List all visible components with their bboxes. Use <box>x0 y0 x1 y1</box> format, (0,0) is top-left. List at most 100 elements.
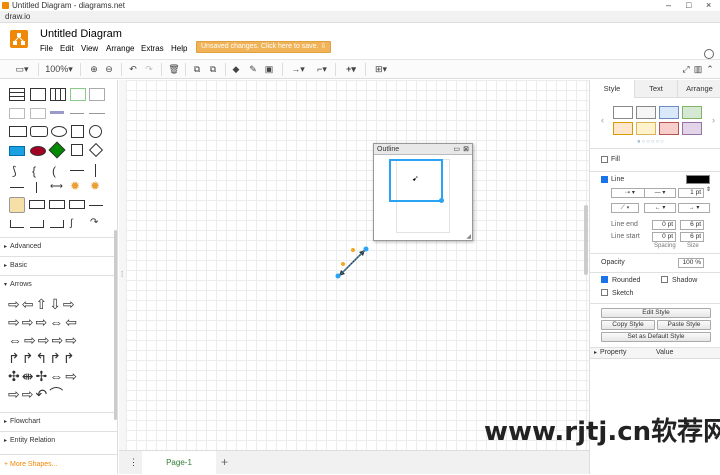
outline-minimize-icon[interactable]: ▭ <box>453 144 460 155</box>
shape-bracket[interactable]: { <box>32 164 36 178</box>
menu-edit[interactable]: Edit <box>60 44 74 53</box>
maximize-button[interactable]: □ <box>686 0 691 11</box>
outline-close-icon[interactable]: ⊠ <box>463 144 469 155</box>
shape-label-2[interactable] <box>49 200 65 209</box>
shape-corner-2[interactable] <box>30 220 44 228</box>
shape-line[interactable] <box>70 113 84 114</box>
zoom-select[interactable]: 100%▾ <box>44 63 74 76</box>
fullscreen-icon[interactable]: ⤢ <box>681 63 691 76</box>
document-title[interactable]: Untitled Diagram <box>40 28 122 40</box>
zoom-out-icon[interactable]: ⊖ <box>103 63 115 76</box>
shadow-icon[interactable]: ▣ <box>263 63 275 76</box>
shapes-scrollbar[interactable] <box>114 230 117 420</box>
shape-hline[interactable] <box>89 113 105 114</box>
line-width-stepper[interactable]: ⇕ <box>706 186 711 193</box>
swatch-red[interactable] <box>659 122 679 135</box>
shape-corner[interactable] <box>10 220 24 228</box>
undo-icon[interactable]: ↶ <box>127 63 139 76</box>
line-color-icon[interactable]: ✎ <box>247 63 259 76</box>
shape-red-ellipse[interactable] <box>30 146 46 156</box>
end-size-input[interactable]: 6 pt <box>680 220 704 230</box>
waypoint-select[interactable]: ⟋ ▾ <box>611 203 639 213</box>
line-checkbox[interactable] <box>601 176 608 183</box>
outline-resize-grip-icon[interactable]: ◢ <box>466 233 471 240</box>
swatch-prev-icon[interactable]: ‹ <box>601 115 604 125</box>
line-end-select[interactable]: → ▾ <box>678 203 710 213</box>
shape-green-diamond[interactable] <box>48 141 66 159</box>
shape-line-3[interactable] <box>89 205 103 206</box>
shape-curved-arrow-icon[interactable]: ↷ <box>90 217 98 228</box>
tab-drawio[interactable]: draw.io <box>5 12 30 21</box>
shape-table[interactable] <box>9 88 25 101</box>
swatch-blue[interactable] <box>659 106 679 119</box>
swatch-page-dots[interactable]: ●○○○○○ <box>637 139 665 145</box>
shape-ellipse[interactable] <box>51 126 67 137</box>
swatch-gray[interactable] <box>636 106 656 119</box>
shape-grid-table[interactable] <box>50 88 66 101</box>
more-shapes-button[interactable]: + More Shapes... <box>0 454 117 474</box>
shape-brace[interactable]: ( <box>52 164 56 178</box>
shape-table-light[interactable] <box>89 88 105 101</box>
menu-help[interactable]: Help <box>171 44 187 53</box>
sketch-checkbox[interactable] <box>601 289 608 296</box>
connection-icon[interactable]: →▾ <box>288 63 308 76</box>
shape-arrow-line[interactable]: ⟷ <box>50 181 63 192</box>
line-color-swatch[interactable] <box>686 175 710 184</box>
section-advanced[interactable]: ▸ Advanced <box>0 237 117 255</box>
paste-style-button[interactable]: Paste Style <box>657 320 711 330</box>
shape-curve[interactable]: ⟆ <box>12 164 17 178</box>
menu-view[interactable]: View <box>81 44 98 53</box>
globe-icon[interactable] <box>704 49 714 59</box>
shape-circle[interactable] <box>89 125 102 138</box>
zoom-in-icon[interactable]: ⊕ <box>88 63 100 76</box>
table-icon[interactable]: ⊞▾ <box>371 63 391 76</box>
shape-line-short[interactable] <box>70 170 84 171</box>
shape-blue-rect[interactable] <box>9 146 25 156</box>
fill-checkbox[interactable] <box>601 156 608 163</box>
tab-text[interactable]: Text <box>634 80 677 98</box>
shape-text-block[interactable] <box>9 108 25 119</box>
shape-link[interactable] <box>50 111 64 114</box>
outline-window[interactable]: Outline ▭ ⊠ ➹ ◢ <box>373 143 473 241</box>
property-expand-icon[interactable]: ▸ <box>594 349 597 356</box>
selected-arrow-shape[interactable] <box>331 240 376 285</box>
opacity-input[interactable]: 100 % <box>678 258 704 268</box>
redo-icon[interactable]: ↷ <box>143 63 155 76</box>
menu-arrange[interactable]: Arrange <box>106 44 134 53</box>
format-panel-icon[interactable]: ▭▾ <box>12 63 32 76</box>
outline-titlebar[interactable]: Outline ▭ ⊠ <box>374 144 472 155</box>
shape-label[interactable] <box>29 200 45 209</box>
tab-style[interactable]: Style <box>590 80 634 98</box>
shape-selected-image[interactable] <box>9 197 25 213</box>
arrows-palette[interactable]: ⇨⇦⇧⇩⇨ ⇨⇨⇨⇔⇦ ⇔⇨⇨⇨⇨ ↱↱↰↱↱ ✣⇼✢⇔⇨ ⇨⇨↶⌒ <box>8 295 116 403</box>
fill-color-icon[interactable]: ◆ <box>230 63 242 76</box>
shape-curve-2[interactable]: ∫ <box>70 218 73 229</box>
swatch-white[interactable] <box>613 106 633 119</box>
end-spacing-input[interactable]: 0 pt <box>652 220 676 230</box>
shape-gear-icon[interactable]: ✹ <box>70 179 80 193</box>
start-spacing-input[interactable]: 0 pt <box>652 232 676 242</box>
shape-gear-2-icon[interactable]: ✹ <box>90 179 100 193</box>
shape-rectangle[interactable] <box>9 126 27 137</box>
tab-arrange[interactable]: Arrange <box>677 80 720 98</box>
section-entity-relation[interactable]: ▸ Entity Relation <box>0 431 117 449</box>
swatch-green[interactable] <box>682 106 702 119</box>
shape-cube[interactable] <box>71 144 83 156</box>
section-flowchart[interactable]: ▸ Flowchart <box>0 412 117 430</box>
swatch-next-icon[interactable]: › <box>712 115 715 125</box>
to-front-icon[interactable]: ⧉ <box>191 63 203 76</box>
waypoints-icon[interactable]: ⌐▾ <box>312 63 332 76</box>
section-basic[interactable]: ▸ Basic <box>0 256 117 274</box>
add-page-button[interactable]: + <box>221 455 228 469</box>
set-default-style-button[interactable]: Set as Default Style <box>601 332 711 342</box>
shape-vline-2[interactable] <box>36 182 37 193</box>
shape-list[interactable] <box>30 88 46 101</box>
shape-line-2[interactable] <box>10 187 24 188</box>
shape-vline[interactable] <box>95 164 96 177</box>
outline-viewport[interactable]: ➹ <box>389 159 444 203</box>
copy-style-button[interactable]: Copy Style <box>601 320 655 330</box>
format-toggle-icon[interactable]: ▥ <box>693 63 703 76</box>
line-width-input[interactable]: 1 pt <box>678 188 704 198</box>
insert-icon[interactable]: +▾ <box>341 63 361 76</box>
unsaved-changes-button[interactable]: Unsaved changes. Click here to save. ⇩ <box>196 41 332 53</box>
